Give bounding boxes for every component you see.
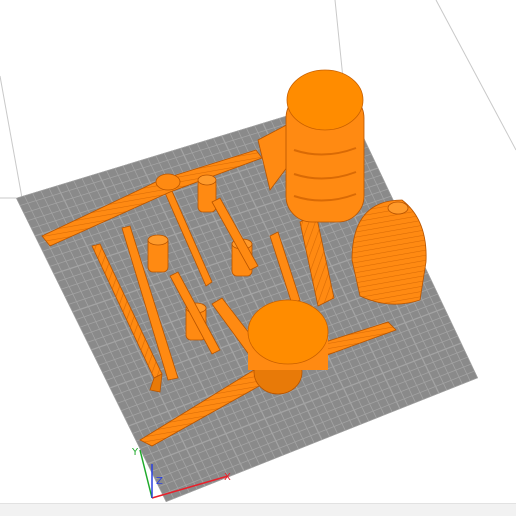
3d-viewport[interactable]: X Y Z [0,0,516,516]
status-strip [0,503,516,516]
model-pylon-1[interactable] [197,174,217,213]
model-pylon-2[interactable] [147,234,169,273]
axis-y-label: Y [131,447,139,458]
viewport-canvas[interactable]: X Y Z [0,0,516,516]
axis-x-label: X [224,472,231,483]
axis-z-label: Z [156,476,163,487]
